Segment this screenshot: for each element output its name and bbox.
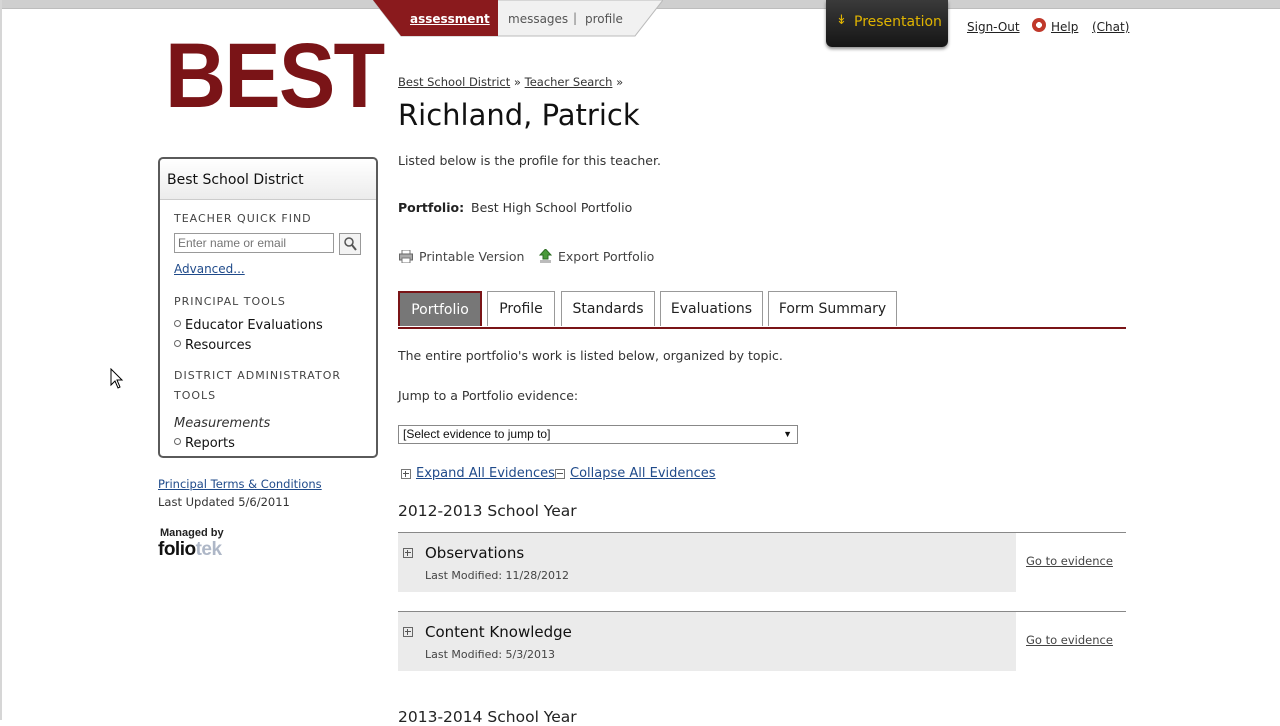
help-link[interactable]: Help — [1051, 20, 1078, 34]
brand-part-1: folio — [158, 539, 196, 560]
printable-version-link[interactable]: Printable Version — [399, 249, 524, 264]
export-portfolio-link[interactable]: Export Portfolio — [538, 248, 655, 264]
tab-form-summary[interactable]: Form Summary — [768, 291, 897, 326]
sign-out-link[interactable]: Sign-Out — [967, 20, 1020, 34]
sidebar-title: Best School District — [167, 172, 304, 188]
evidence-title: Observations — [425, 544, 525, 562]
quick-find-heading: TEACHER QUICK FIND — [174, 212, 312, 225]
sidebar-item-reports[interactable]: Reports — [174, 436, 235, 451]
nav-profile-link[interactable]: profile — [585, 12, 623, 26]
tab-portfolio[interactable]: Portfolio — [398, 291, 482, 326]
profile-tabs: Portfolio Profile Standards Evaluations … — [398, 291, 1126, 329]
go-to-evidence-link[interactable]: Go to evidence — [1026, 554, 1113, 568]
page-title: Richland, Patrick — [398, 98, 640, 132]
intro-text: Listed below is the profile for this tea… — [398, 153, 661, 168]
evidence-jump-value: [Select evidence to jump to] — [403, 427, 551, 441]
left-border — [0, 0, 2, 720]
dropdown-arrow-icon: ▼ — [783, 429, 792, 439]
sidebar-panel: Best School District TEACHER QUICK FIND … — [158, 157, 378, 458]
sidebar-item-label: Resources — [185, 338, 252, 353]
go-to-evidence-link[interactable]: Go to evidence — [1026, 633, 1113, 647]
teacher-search-input[interactable] — [174, 233, 334, 253]
jump-label: Jump to a Portfolio evidence: — [398, 388, 579, 403]
breadcrumb-separator: » — [616, 75, 624, 89]
sidebar-item-label: Reports — [185, 436, 235, 451]
managed-by-text: Managed by — [160, 527, 224, 539]
sidebar-item-resources[interactable]: Resources — [174, 338, 251, 353]
expand-all-link[interactable]: Expand All Evidences — [416, 466, 555, 481]
breadcrumb: Best School District » Teacher Search » — [398, 75, 623, 89]
tab-profile[interactable]: Profile — [487, 291, 555, 326]
teacher-search-button[interactable] — [339, 233, 361, 255]
tab-standards[interactable]: Standards — [561, 291, 655, 326]
expand-icon — [401, 469, 411, 479]
nav-messages-link[interactable]: messages — [508, 12, 568, 26]
printable-version-label: Printable Version — [419, 249, 525, 264]
brand-part-2: tek — [195, 539, 222, 560]
nav-assessment-link[interactable]: assessment — [410, 12, 490, 26]
principal-terms-link[interactable]: Principal Terms & Conditions — [158, 477, 322, 491]
presentation-button[interactable]: ↡ Presentation — [826, 0, 948, 47]
search-icon — [344, 237, 357, 251]
school-year-heading: 2012-2013 School Year — [398, 502, 577, 520]
evidence-jump-select[interactable]: [Select evidence to jump to] ▼ — [398, 425, 798, 444]
sidebar-item-label: Educator Evaluations — [185, 318, 323, 333]
evidence-row-observations[interactable]: Observations Last Modified: 11/28/2012 — [398, 533, 1016, 592]
sidebar-header: Best School District — [160, 159, 376, 200]
district-admin-heading: DISTRICT ADMINISTRATOR — [174, 369, 341, 382]
export-icon — [538, 248, 553, 264]
principal-tools-heading: PRINCIPAL TOOLS — [174, 295, 286, 308]
portfolio-value: Best High School Portfolio — [471, 200, 633, 215]
bullet-icon — [174, 320, 181, 327]
evidence-last-modified: Last Modified: 5/3/2013 — [425, 648, 555, 661]
collapse-all-link[interactable]: Collapse All Evidences — [570, 466, 716, 481]
double-chevron-down-icon: ↡ — [836, 13, 847, 28]
sidebar-item-educator-evaluations[interactable]: Educator Evaluations — [174, 318, 323, 333]
last-updated-text: Last Updated 5/6/2011 — [158, 495, 290, 509]
district-logo: BEST — [165, 25, 385, 127]
chat-link[interactable]: (Chat) — [1092, 20, 1129, 34]
nav-separator: | — [573, 11, 578, 25]
expand-icon[interactable] — [403, 627, 413, 637]
evidence-last-modified: Last Modified: 11/28/2012 — [425, 569, 569, 582]
advanced-search-link[interactable]: Advanced... — [174, 262, 245, 276]
portfolio-label: Portfolio: — [398, 200, 465, 215]
collapse-icon — [555, 469, 565, 479]
bullet-icon — [174, 340, 181, 347]
evidence-title: Content Knowledge — [425, 623, 572, 641]
printer-icon — [399, 249, 413, 264]
top-nav: assessment messages | profile — [373, 0, 663, 38]
school-year-heading: 2013-2014 School Year — [398, 708, 577, 726]
tab-evaluations[interactable]: Evaluations — [660, 291, 763, 326]
breadcrumb-separator: » — [513, 75, 521, 89]
breadcrumb-district-link[interactable]: Best School District — [398, 75, 510, 89]
expand-icon[interactable] — [403, 548, 413, 558]
mouse-cursor-icon — [110, 368, 124, 389]
breadcrumb-teacher-search-link[interactable]: Teacher Search — [525, 75, 613, 89]
bullet-icon — [174, 438, 181, 445]
lifebuoy-icon — [1032, 18, 1046, 32]
portfolio-description: The entire portfolio's work is listed be… — [398, 348, 783, 363]
export-portfolio-label: Export Portfolio — [558, 249, 655, 264]
measurements-label: Measurements — [174, 416, 271, 431]
presentation-label: Presentation — [854, 14, 942, 30]
district-admin-heading-cont: TOOLS — [174, 389, 217, 402]
evidence-row-content-knowledge[interactable]: Content Knowledge Last Modified: 5/3/201… — [398, 612, 1016, 671]
foliotek-logo: foliotek — [158, 539, 222, 561]
